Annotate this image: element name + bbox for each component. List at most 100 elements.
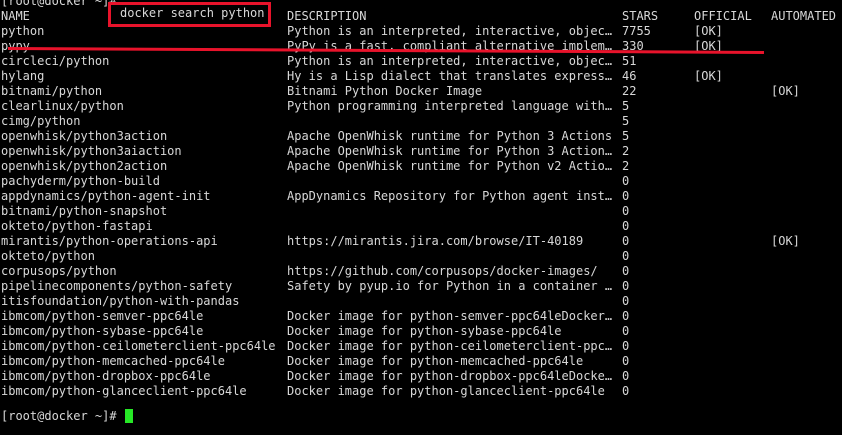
row-description: AppDynamics Repository for Python agent … [287, 189, 613, 203]
table-row: circleci/python Python is an interpreted,… [0, 54, 842, 69]
table-row: openwhisk/python2action Apache OpenWhisk … [0, 159, 842, 174]
table-row: ibmcom/python-dropbox-ppc64le Docker imag… [0, 369, 842, 384]
row-stars: 5 [622, 99, 630, 113]
table-row: mirantis/python-operations-api https://mi… [0, 234, 842, 249]
row-name: appdynamics/python-agent-init [1, 189, 211, 203]
table-row: corpusops/python https://github.com/corpu… [0, 264, 842, 279]
row-description: Bitnami Python Docker Image [287, 84, 483, 98]
row-description: Docker image for python-ceilometerclient… [287, 339, 613, 353]
table-row: ibmcom/python-ceilometerclient-ppc64le Do… [0, 339, 842, 354]
row-name: openwhisk/python3action [1, 129, 168, 143]
row-name: okteto/python [1, 249, 95, 263]
shell-prompt: [root@docker ~]# [1, 0, 117, 8]
row-description: Docker image for python-sybase-ppc64le [287, 324, 562, 338]
table-row: pipelinecomponents/python-safety Safety b… [0, 279, 842, 294]
row-description: Apache OpenWhisk runtime for Python 3 Ac… [287, 129, 613, 143]
row-name: python [1, 24, 45, 38]
row-name: ibmcom/python-memcached-ppc64le [1, 354, 225, 368]
row-description: https://mirantis.jira.com/browse/IT-4018… [287, 234, 584, 248]
table-row: okteto/python 0 [0, 249, 842, 264]
row-name: cimg/python [1, 114, 81, 128]
table-row: ibmcom/python-glanceclient-ppc64le Docker… [0, 384, 842, 399]
row-name: corpusops/python [1, 264, 117, 278]
row-stars: 0 [622, 174, 630, 188]
row-stars: 0 [622, 339, 630, 353]
table-row: bitnami/python Bitnami Python Docker Imag… [0, 84, 842, 99]
row-stars: 0 [622, 249, 630, 263]
header-automated: AUTOMATED [771, 9, 837, 23]
row-stars: 5 [622, 114, 630, 128]
row-name: itisfoundation/python-with-pandas [1, 294, 240, 308]
row-description: Apache OpenWhisk runtime for Python 3 Ac… [287, 144, 613, 158]
header-description: DESCRIPTION [287, 9, 367, 23]
final-prompt-line[interactable]: [root@docker ~]# [1, 409, 133, 424]
command-text: docker search python [120, 6, 265, 20]
row-description: Python is an interpreted, interactive, o… [287, 54, 613, 68]
row-stars: 0 [622, 204, 630, 218]
header-official: OFFICIAL [694, 9, 752, 23]
table-row: appdynamics/python-agent-init AppDynamics… [0, 189, 842, 204]
row-name: openwhisk/python2action [1, 159, 168, 173]
table-row: bitnami/python-snapshot 0 [0, 204, 842, 219]
row-name: ibmcom/python-sybase-ppc64le [1, 324, 204, 338]
row-stars: 22 [622, 84, 637, 98]
row-name: hylang [1, 69, 45, 83]
row-description: Python programming interpreted language … [287, 99, 613, 113]
row-description: https://github.com/corpusops/docker-imag… [287, 264, 598, 278]
row-name: bitnami/python [1, 84, 103, 98]
table-row: ibmcom/python-sybase-ppc64le Docker image… [0, 324, 842, 339]
row-stars: 51 [622, 54, 637, 68]
row-description: Apache OpenWhisk runtime for Python v2 A… [287, 159, 613, 173]
row-name: ibmcom/python-ceilometerclient-ppc64le [1, 339, 276, 353]
table-row: pachyderm/python-build 0 [0, 174, 842, 189]
row-stars: 2 [622, 144, 630, 158]
row-name: openwhisk/python3aiaction [1, 144, 182, 158]
row-automated: [OK] [771, 234, 800, 248]
table-row: okteto/python-fastapi 0 [0, 219, 842, 234]
row-name: okteto/python-fastapi [1, 219, 153, 233]
row-automated: [OK] [771, 84, 800, 98]
row-stars: 0 [622, 324, 630, 338]
row-stars: 0 [622, 369, 630, 383]
row-name: mirantis/python-operations-api [1, 234, 218, 248]
row-stars: 0 [622, 219, 630, 233]
row-stars: 0 [622, 234, 630, 248]
table-row: ibmcom/python-memcached-ppc64le Docker im… [0, 354, 842, 369]
row-name: circleci/python [1, 54, 110, 68]
table-row: cimg/python 5 [0, 114, 842, 129]
table-row: clearlinux/python Python programming inte… [0, 99, 842, 114]
row-stars: 46 [622, 69, 637, 83]
table-row: python Python is an interpreted, interact… [0, 24, 842, 39]
row-description: Python is an interpreted, interactive, o… [287, 24, 613, 38]
row-description: Hy is a Lisp dialect that translates exp… [287, 69, 613, 83]
row-stars: 0 [622, 384, 630, 398]
search-results: python Python is an interpreted, interact… [0, 24, 842, 399]
row-stars: 0 [622, 309, 630, 323]
row-name: pachyderm/python-build [1, 174, 160, 188]
row-name: clearlinux/python [1, 99, 124, 113]
row-stars: 2 [622, 159, 630, 173]
table-row: itisfoundation/python-with-pandas 0 [0, 294, 842, 309]
row-description: Docker image for python-glanceclient-ppc… [287, 384, 605, 398]
row-stars: 0 [622, 294, 630, 308]
row-stars: 7755 [622, 24, 651, 38]
table-row: openwhisk/python3aiaction Apache OpenWhis… [0, 144, 842, 159]
row-name: ibmcom/python-glanceclient-ppc64le [1, 384, 247, 398]
row-stars: 0 [622, 189, 630, 203]
row-name: ibmcom/python-dropbox-ppc64le [1, 369, 211, 383]
row-official: [OK] [694, 24, 723, 38]
row-name: pipelinecomponents/python-safety [1, 279, 233, 293]
row-description: Safety by pyup.io for Python in a contai… [287, 279, 613, 293]
header-stars: STARS [622, 9, 659, 23]
row-name: ibmcom/python-semver-ppc64le [1, 309, 204, 323]
table-row: openwhisk/python3action Apache OpenWhisk … [0, 129, 842, 144]
row-stars: 0 [622, 264, 630, 278]
table-row: ibmcom/python-semver-ppc64le Docker image… [0, 309, 842, 324]
terminal-window[interactable]: [root@docker ~]# NAME DESCRIPTION STARS … [0, 0, 842, 435]
final-shell-prompt: [root@docker ~]# [1, 409, 117, 423]
row-name: bitnami/python-snapshot [1, 204, 168, 218]
row-stars: 0 [622, 354, 630, 368]
terminal-cursor [124, 409, 133, 423]
table-row: hylang Hy is a Lisp dialect that translat… [0, 69, 842, 84]
row-stars: 5 [622, 129, 630, 143]
